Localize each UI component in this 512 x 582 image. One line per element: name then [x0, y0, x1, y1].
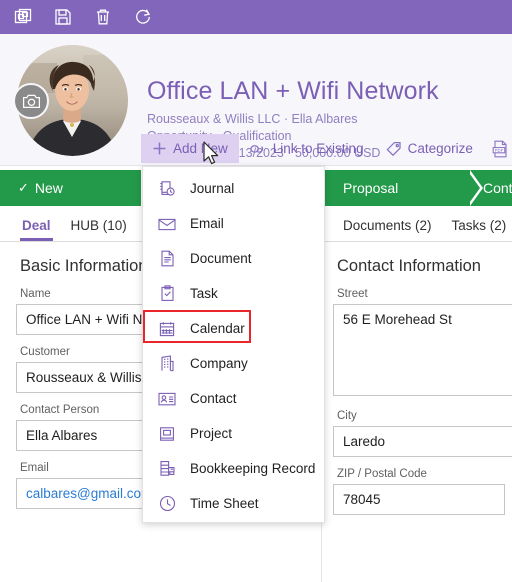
action-bar: Add New Link to Existing Categorize PDF [141, 134, 512, 163]
pipeline-stage-new[interactable]: ✓ New [0, 170, 141, 206]
svg-text:PDF: PDF [494, 147, 503, 152]
page-title: Office LAN + Wifi Network [147, 77, 439, 105]
delete-icon[interactable] [90, 4, 116, 30]
menu-item-label: Bookkeeping Record [190, 461, 316, 476]
camera-icon[interactable] [13, 83, 49, 119]
add-new-label: Add New [173, 141, 228, 156]
menu-item-label: Document [190, 251, 252, 266]
pipeline-stage-label: Cont [483, 180, 512, 196]
document-icon [157, 249, 177, 269]
contact-information-panel: Contact Information Street 56 E Morehead… [325, 243, 512, 582]
menu-item-contact[interactable]: Contact [143, 381, 324, 416]
section-title-contact-information: Contact Information [337, 257, 481, 275]
menu-item-label: Task [190, 286, 218, 301]
add-new-button[interactable]: Add New [141, 134, 239, 163]
pipeline-stage-proposal[interactable]: Proposal [325, 170, 483, 206]
categorize-label: Categorize [407, 141, 473, 156]
menu-item-task[interactable]: Task [143, 276, 324, 311]
avatar[interactable] [13, 45, 128, 156]
check-icon: ✓ [18, 180, 29, 195]
menu-item-label: Calendar [190, 321, 245, 336]
menu-item-label: Company [190, 356, 248, 371]
tab-hub[interactable]: HUB (10) [61, 218, 137, 241]
pdf-icon: PDF [492, 140, 509, 158]
tab-label: Deal [22, 218, 51, 233]
project-icon [157, 424, 177, 444]
refresh-icon[interactable] [130, 4, 156, 30]
menu-item-label: Time Sheet [190, 496, 259, 511]
journal-icon [157, 179, 177, 199]
clock-icon [157, 494, 177, 514]
link-icon [250, 142, 267, 156]
zip-field: ZIP / Postal Code 78045 [333, 468, 512, 515]
contact-icon [157, 389, 177, 409]
pipeline-stage-label: Proposal [343, 180, 399, 196]
crm-record-window: Office LAN + Wifi Network Rousseaux & Wi… [0, 0, 512, 582]
chevron-right-icon [467, 170, 480, 206]
menu-item-bookkeeping-record[interactable]: Bookkeeping Record [143, 451, 324, 486]
field-label: City [337, 410, 357, 422]
street-field: Street 56 E Morehead St [333, 288, 512, 396]
task-icon [157, 284, 177, 304]
tab-label: Tasks (2) [451, 218, 507, 233]
menu-item-journal[interactable]: Journal [143, 171, 324, 206]
menu-item-company[interactable]: Company [143, 346, 324, 381]
menu-item-time-sheet[interactable]: Time Sheet [143, 486, 324, 521]
tab-documents[interactable]: Documents (2) [333, 218, 442, 241]
tab-deal[interactable]: Deal [12, 218, 61, 241]
city-input[interactable]: Laredo [333, 426, 512, 457]
field-label: ZIP / Postal Code [337, 468, 427, 480]
zip-input[interactable]: 78045 [333, 484, 505, 515]
right-tab-strip: Documents (2) Tasks (2) [325, 206, 512, 242]
save-icon[interactable] [50, 4, 76, 30]
export-pdf-button[interactable]: PDF [484, 134, 512, 163]
tab-label: Documents (2) [343, 218, 432, 233]
calendar-icon [157, 319, 177, 339]
menu-item-document[interactable]: Document [143, 241, 324, 276]
tab-tasks[interactable]: Tasks (2) [442, 218, 512, 241]
street-textarea[interactable]: 56 E Morehead St [333, 304, 512, 396]
tab-label: HUB (10) [70, 218, 127, 233]
link-to-existing-label: Link to Existing [272, 141, 364, 156]
categorize-button[interactable]: Categorize [375, 134, 484, 163]
city-field: City Laredo [333, 410, 512, 457]
menu-item-label: Project [190, 426, 233, 441]
top-toolbar [0, 0, 512, 34]
field-label: Street [337, 288, 368, 300]
plus-icon [152, 141, 167, 156]
tag-icon [386, 141, 402, 157]
menu-item-email[interactable]: Email [143, 206, 324, 241]
email-icon [157, 214, 177, 234]
menu-item-calendar[interactable]: Calendar [143, 311, 324, 346]
link-to-existing-button[interactable]: Link to Existing [239, 134, 375, 163]
company-icon [157, 354, 177, 374]
add-new-dropdown-menu: Journal Email Document Task Calendar Com… [142, 166, 325, 523]
save-as-icon[interactable] [10, 4, 36, 30]
bookkeeping-icon [157, 459, 177, 479]
menu-item-label: Contact [190, 391, 237, 406]
menu-item-label: Journal [190, 181, 235, 196]
menu-item-project[interactable]: Project [143, 416, 324, 451]
menu-item-label: Email [190, 216, 224, 231]
record-subtitle-company: Rousseaux & Willis LLC · Ella Albares [147, 112, 358, 126]
pipeline-stage-label: New [34, 180, 63, 196]
